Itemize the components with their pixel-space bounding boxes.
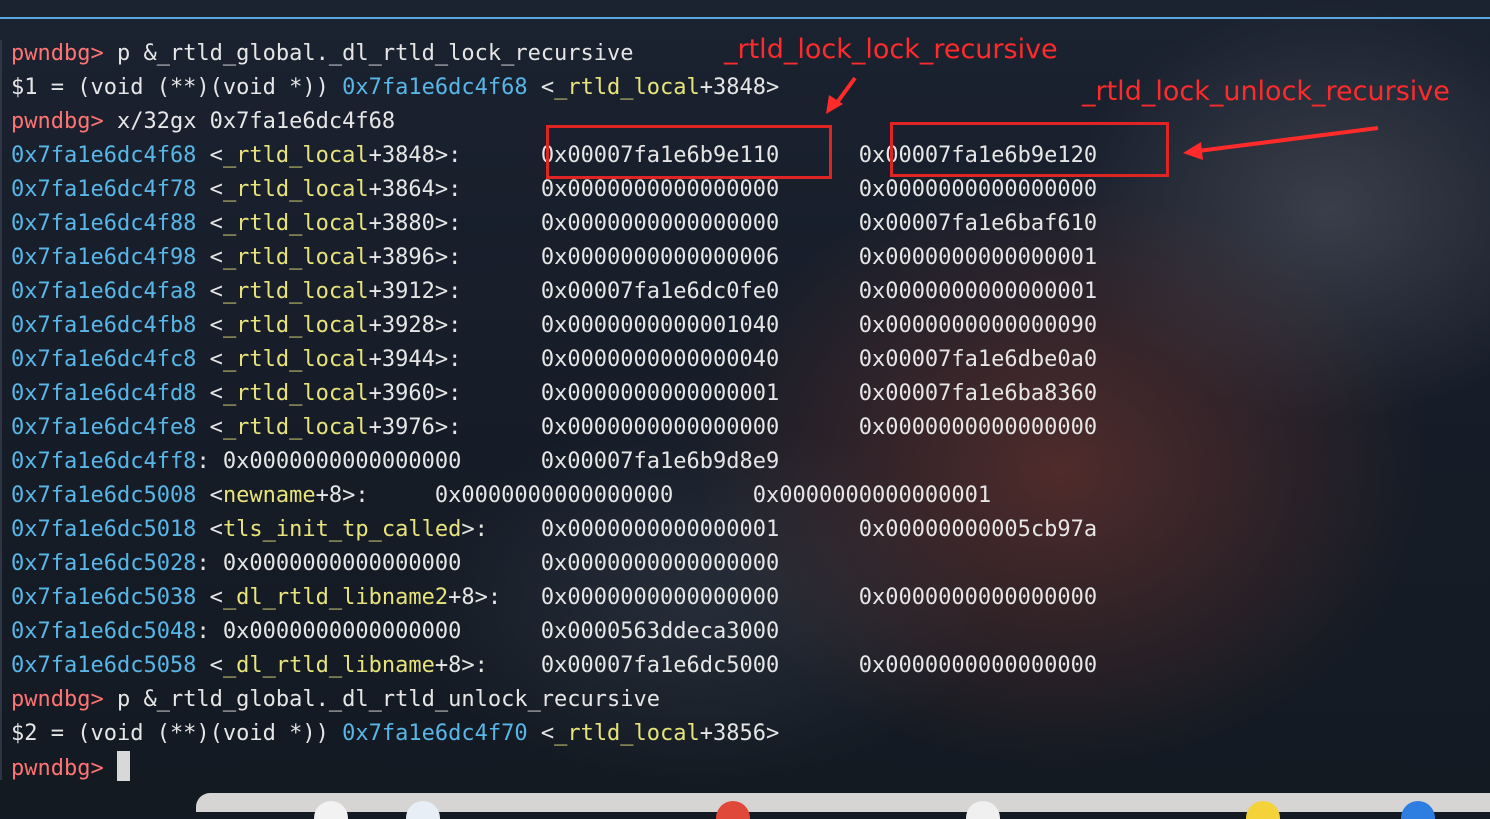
- arrow-lock: [826, 76, 857, 114]
- dock-app-icon[interactable]: [966, 801, 1000, 819]
- dock-app-icon[interactable]: [406, 801, 440, 819]
- dock-app-icon[interactable]: [1401, 801, 1435, 819]
- macos-dock: [196, 793, 1490, 819]
- arrow-unlock: [1183, 126, 1379, 160]
- annotation-arrows: [826, 76, 1379, 160]
- dock-app-icon[interactable]: [314, 801, 348, 819]
- dock-app-icon[interactable]: [1246, 801, 1280, 819]
- dock-app-icon[interactable]: [716, 801, 750, 819]
